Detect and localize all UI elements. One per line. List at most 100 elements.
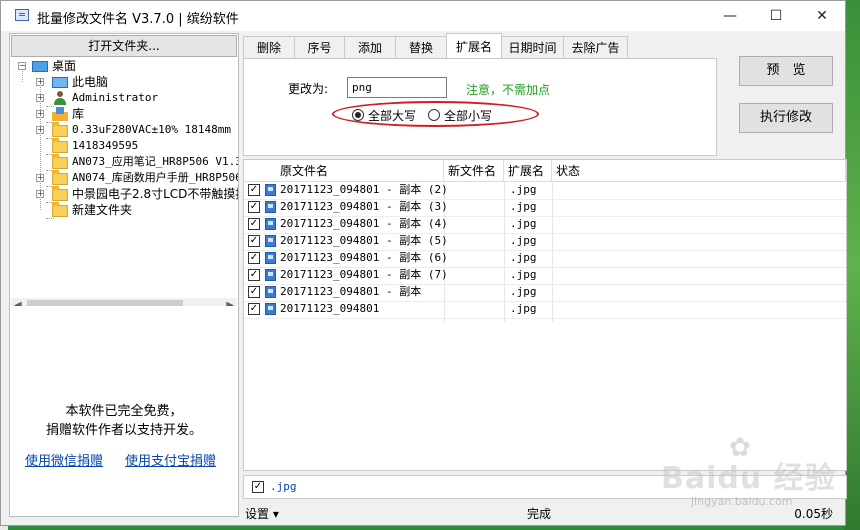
table-row[interactable]: ✓ 20171123_094801 .jpg [244,301,846,318]
open-folder-button[interactable]: 打开文件夹... [11,35,237,57]
promo-line-1: 本软件已完全免费， [65,404,183,419]
image-file-icon [265,286,276,298]
tab-sequence[interactable]: 序号 [294,36,345,58]
table-row[interactable]: ✓ 20171123_094801 - 副本 (2) .jpg [244,182,846,199]
row-checkbox[interactable]: ✓ [248,184,260,196]
lowercase-radio[interactable] [428,109,440,121]
tab-remove-ads[interactable]: 去除广告 [563,36,628,58]
original-file-name: 20171123_094801 - 副本 (3) [280,200,448,213]
folder-icon [52,154,68,169]
computer-icon [52,77,68,88]
extension-input[interactable]: png [347,77,447,98]
image-file-icon [265,201,276,213]
expand-icon[interactable]: + [36,94,44,102]
expand-icon[interactable]: + [36,126,44,134]
tree-item-folder[interactable]: 新建文件夹 [72,202,132,218]
original-file-name: 20171123_094801 - 副本 (5) [280,234,448,247]
tab-datetime[interactable]: 日期时间 [501,36,564,58]
settings-menu[interactable]: 设置 ▾ [245,505,279,522]
column-original-name[interactable]: 原文件名 [244,160,444,182]
row-checkbox[interactable]: ✓ [248,252,260,264]
title-bar: 批量修改文件名 V3.7.0 | 缤纷软件 — ☐ ✕ [1,1,845,31]
scrollbar-thumb[interactable] [27,300,183,306]
file-extension: .jpg [510,285,537,298]
maximize-button[interactable]: ☐ [753,1,799,31]
extension-tab-page: 更改为: png 注意，不需加点 全部大写 全部小写 [243,58,717,156]
tree-item-library[interactable]: 库 [72,106,84,122]
file-extension: .jpg [510,183,537,196]
column-new-name[interactable]: 新文件名 [444,160,504,182]
column-extension[interactable]: 扩展名 [504,160,552,182]
uppercase-radio[interactable] [352,109,364,121]
image-file-icon [265,269,276,281]
image-file-icon [265,218,276,230]
table-row[interactable]: ✓ 20171123_094801 - 副本 (3) .jpg [244,199,846,216]
original-file-name: 20171123_094801 - 副本 (7) [280,268,448,281]
tab-add[interactable]: 添加 [344,36,396,58]
tab-delete[interactable]: 删除 [243,36,295,58]
row-checkbox[interactable]: ✓ [248,201,260,213]
row-checkbox[interactable]: ✓ [248,218,260,230]
tree-item-administrator[interactable]: Administrator [72,90,158,106]
original-file-name: 20171123_094801 - 副本 (2) [280,183,448,196]
rule-tabs: 删除 序号 添加 替换 扩展名 日期时间 去除广告 [243,33,633,59]
free-software-notice: 本软件已完全免费， 捐赠软件作者以支持开发。 [10,402,238,440]
close-button[interactable]: ✕ [799,1,845,31]
row-checkbox[interactable]: ✓ [248,286,260,298]
original-file-name: 20171123_094801 - 副本 [280,285,422,298]
collapse-icon[interactable]: − [18,62,26,70]
expand-icon[interactable]: + [36,174,44,182]
donate-alipay-link[interactable]: 使用支付宝捐赠 [125,450,216,469]
row-checkbox[interactable]: ✓ [248,235,260,247]
expand-icon[interactable]: + [36,78,44,86]
folder-icon [52,138,68,153]
lowercase-label[interactable]: 全部小写 [444,107,492,124]
filter-checkbox[interactable]: ✓ [252,481,264,493]
file-extension: .jpg [510,217,537,230]
status-bar: 设置 ▾ 完成 0.05秒 [239,501,845,525]
donate-wechat-link[interactable]: 使用微信捐赠 [25,450,103,469]
tree-item-folder[interactable]: 0.33uF280VAC±10% 18148mm P= [72,122,238,138]
extension-filter-bar: ✓ .jpg [243,475,847,499]
image-file-icon [265,184,276,196]
tree-item-folder[interactable]: AN073_应用笔记_HR8P506 V1.3 [72,154,238,170]
tab-replace[interactable]: 替换 [395,36,447,58]
tree-horizontal-scrollbar[interactable]: ◀ ▶ [11,298,237,306]
tree-item-desktop[interactable]: 桌面 [52,58,76,74]
table-row[interactable]: ✓ 20171123_094801 - 副本 (6) .jpg [244,250,846,267]
folder-icon [52,202,68,217]
expand-icon[interactable]: + [36,110,44,118]
table-row[interactable]: ✓ 20171123_094801 - 副本 (7) .jpg [244,267,846,284]
minimize-button[interactable]: — [707,1,753,31]
original-file-name: 20171123_094801 - 副本 (6) [280,251,448,264]
tab-extension[interactable]: 扩展名 [446,33,502,59]
tree-item-this-pc[interactable]: 此电脑 [72,74,108,90]
column-status[interactable]: 状态 [552,160,846,182]
scroll-left-icon[interactable]: ◀ [14,300,22,306]
status-text: 完成 [527,507,552,521]
tree-item-folder[interactable]: 中景园电子2.8寸LCD不带触摸按 [72,186,238,202]
filter-extension-label[interactable]: .jpg [270,480,297,493]
folder-tree[interactable]: − 桌面 + 此电脑 + Administrator + 库 + 0.33uF2… [10,58,238,306]
file-extension: .jpg [510,302,537,315]
file-list[interactable]: 原文件名 新文件名 扩展名 状态 ✓ 20171123_094801 - 副本 … [243,159,847,471]
table-row[interactable]: ✓ 20171123_094801 - 副本 .jpg [244,284,846,301]
tree-item-folder[interactable]: AN074_库函数用户手册_HR8P506 [72,170,238,186]
execute-button[interactable]: 执行修改 [739,103,833,133]
file-extension: .jpg [510,251,537,264]
folder-icon [52,186,68,201]
grid-line [244,318,846,319]
row-checkbox[interactable]: ✓ [248,303,260,315]
table-row[interactable]: ✓ 20171123_094801 - 副本 (4) .jpg [244,216,846,233]
file-extension: .jpg [510,268,537,281]
tree-item-folder[interactable]: 1418349595 [72,138,138,154]
preview-button[interactable]: 预 览 [739,56,833,86]
uppercase-label[interactable]: 全部大写 [368,107,416,124]
row-checkbox[interactable]: ✓ [248,269,260,281]
table-row[interactable]: ✓ 20171123_094801 - 副本 (5) .jpg [244,233,846,250]
image-file-icon [265,235,276,247]
folder-icon [52,170,68,185]
library-icon [52,107,68,121]
expand-icon[interactable]: + [36,190,44,198]
scroll-right-icon[interactable]: ▶ [226,300,234,306]
